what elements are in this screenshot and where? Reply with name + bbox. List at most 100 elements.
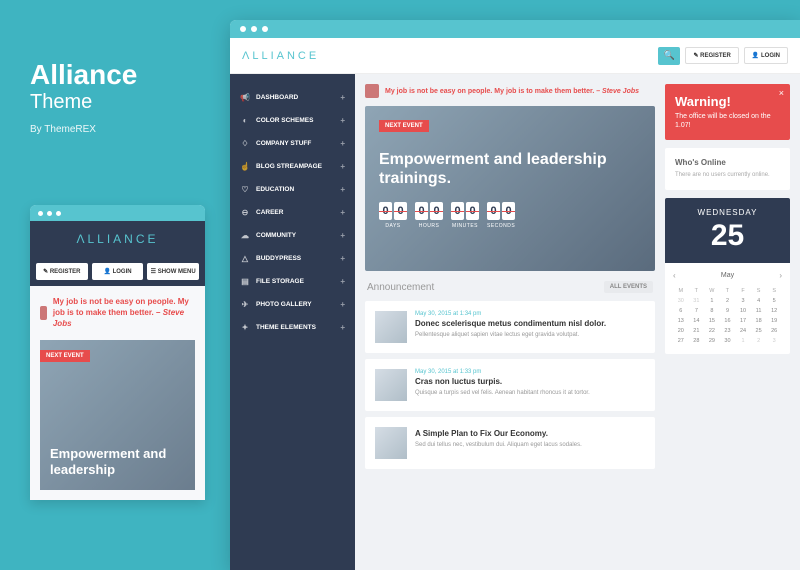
calendar-day[interactable]: 4	[751, 296, 767, 306]
search-button[interactable]: 🔍	[658, 47, 680, 65]
calendar-day[interactable]: 12	[766, 306, 782, 316]
promo-byline: By ThemeREX	[30, 124, 137, 135]
sidebar-item[interactable]: ♡EDUCATION+	[230, 178, 355, 201]
calendar-day[interactable]: 2	[751, 336, 767, 346]
sidebar-item[interactable]: ▤FILE STORAGE+	[230, 270, 355, 293]
announcement-desc: Sed dui tellus nec, vestibulum dui. Aliq…	[415, 441, 582, 449]
calendar-day[interactable]: 7	[689, 306, 705, 316]
expand-icon: +	[340, 300, 345, 309]
next-event-tag: NEXT EVENT	[40, 350, 90, 362]
logo: ΛLLIANCE	[76, 232, 158, 246]
calendar-day[interactable]: 1	[704, 296, 720, 306]
warning-desc: The office will be closed on the 1.07!	[675, 112, 780, 130]
register-button[interactable]: ✎ REGISTER	[685, 47, 738, 64]
main-content: My job is not be easy on people. My job …	[355, 74, 800, 570]
sidebar-item[interactable]: ⊖CAREER+	[230, 201, 355, 224]
calendar-day[interactable]: 18	[751, 316, 767, 326]
sidebar-item[interactable]: ✦THEME ELEMENTS+	[230, 316, 355, 339]
sidebar-item[interactable]: ♢COMPANY STUFF+	[230, 132, 355, 155]
whos-online-title: Who's Online	[675, 158, 780, 167]
calendar-day[interactable]: 29	[704, 336, 720, 346]
close-icon[interactable]: ×	[779, 88, 784, 98]
calendar-day[interactable]: 17	[735, 316, 751, 326]
calendar-dayname: WEDNESDAY	[675, 208, 780, 217]
announcement-item[interactable]: A Simple Plan to Fix Our Economy.Sed dui…	[365, 417, 655, 469]
calendar-day[interactable]: 10	[735, 306, 751, 316]
calendar-day[interactable]: 23	[720, 326, 736, 336]
promo-block: Alliance Theme By ThemeREX	[30, 60, 137, 135]
countdown-group: 00HOURS	[415, 202, 443, 229]
calendar-day[interactable]: 31	[689, 296, 705, 306]
next-month-button[interactable]: ›	[779, 271, 782, 280]
calendar-day[interactable]: 5	[766, 296, 782, 306]
mobile-header: ΛLLIANCE	[30, 221, 205, 257]
announcement-item[interactable]: May 30, 2015 at 1:33 pmCras non luctus t…	[365, 359, 655, 411]
calendar-day[interactable]: 25	[751, 326, 767, 336]
all-events-button[interactable]: ALL EVENTS	[604, 281, 653, 293]
show-menu-button[interactable]: ☰ SHOW MENU	[147, 263, 199, 280]
countdown: 00DAYS00HOURS00MINUTES00SECONDS	[379, 202, 641, 229]
calendar-day[interactable]: 19	[766, 316, 782, 326]
expand-icon: +	[340, 277, 345, 286]
prev-month-button[interactable]: ‹	[673, 271, 676, 280]
calendar-day[interactable]: 3	[766, 336, 782, 346]
announcement-title: Donec scelerisque metus condimentum nisl…	[415, 319, 606, 328]
calendar-day[interactable]: 11	[751, 306, 767, 316]
countdown-group: 00SECONDS	[487, 202, 515, 229]
calendar-day[interactable]: 8	[704, 306, 720, 316]
sidebar: 📢DASHBOARD+◐COLOR SCHEMES+♢COMPANY STUFF…	[230, 74, 355, 570]
expand-icon: +	[340, 93, 345, 102]
sidebar-item-label: COLOR SCHEMES	[256, 117, 340, 124]
expand-icon: +	[340, 254, 345, 263]
login-button[interactable]: 👤 LOGIN	[744, 47, 788, 64]
calendar-day[interactable]: 24	[735, 326, 751, 336]
register-button[interactable]: ✎ REGISTER	[36, 263, 88, 280]
announcement-desc: Quisque a turpis sed vel felis. Aenean h…	[415, 389, 590, 397]
calendar-day[interactable]: 16	[720, 316, 736, 326]
calendar-day[interactable]: 9	[720, 306, 736, 316]
login-button[interactable]: 👤 LOGIN	[92, 263, 144, 280]
mobile-preview: ΛLLIANCE ✎ REGISTER 👤 LOGIN ☰ SHOW MENU …	[30, 205, 205, 500]
calendar-day[interactable]: 26	[766, 326, 782, 336]
sidebar-item-label: PHOTO GALLERY	[256, 301, 340, 308]
calendar-day[interactable]: 14	[689, 316, 705, 326]
calendar-day[interactable]: 1	[735, 336, 751, 346]
sidebar-item-label: THEME ELEMENTS	[256, 324, 340, 331]
calendar-day[interactable]: 13	[673, 316, 689, 326]
sidebar-icon: ☁	[240, 231, 250, 240]
avatar	[40, 306, 47, 320]
calendar-day[interactable]: 30	[673, 296, 689, 306]
sidebar-item[interactable]: 📢DASHBOARD+	[230, 86, 355, 109]
announcement-thumb	[375, 369, 407, 401]
sidebar-item[interactable]: △BUDDYPRESS+	[230, 247, 355, 270]
announcement-item[interactable]: May 30, 2015 at 1:34 pmDonec scelerisque…	[365, 301, 655, 353]
calendar-month: May	[721, 272, 734, 279]
calendar-day[interactable]: 15	[704, 316, 720, 326]
mobile-buttons: ✎ REGISTER 👤 LOGIN ☰ SHOW MENU	[30, 257, 205, 286]
sidebar-item[interactable]: ✈PHOTO GALLERY+	[230, 293, 355, 316]
sidebar-item[interactable]: ☝BLOG STREAMPAGE+	[230, 155, 355, 178]
quote-text: My job is not be easy on people. My job …	[385, 88, 639, 95]
calendar-day[interactable]: 6	[673, 306, 689, 316]
avatar	[365, 84, 379, 98]
calendar-day[interactable]: 22	[704, 326, 720, 336]
calendar-day[interactable]: 2	[720, 296, 736, 306]
announcement-thumb	[375, 427, 407, 459]
calendar-day[interactable]: 28	[689, 336, 705, 346]
announcement-list: May 30, 2015 at 1:34 pmDonec scelerisque…	[365, 301, 655, 469]
sidebar-item[interactable]: ◐COLOR SCHEMES+	[230, 109, 355, 132]
sidebar-icon: △	[240, 254, 250, 263]
calendar-day[interactable]: 20	[673, 326, 689, 336]
calendar-day[interactable]: 27	[673, 336, 689, 346]
expand-icon: +	[340, 323, 345, 332]
calendar-day[interactable]: 21	[689, 326, 705, 336]
expand-icon: +	[340, 116, 345, 125]
countdown-group: 00MINUTES	[451, 202, 479, 229]
calendar-day[interactable]: 30	[720, 336, 736, 346]
calendar-day[interactable]: 3	[735, 296, 751, 306]
sidebar-item-label: COMMUNITY	[256, 232, 340, 239]
announcement-heading: Announcement	[367, 282, 434, 293]
announcement-thumb	[375, 311, 407, 343]
expand-icon: +	[340, 139, 345, 148]
sidebar-item[interactable]: ☁COMMUNITY+	[230, 224, 355, 247]
